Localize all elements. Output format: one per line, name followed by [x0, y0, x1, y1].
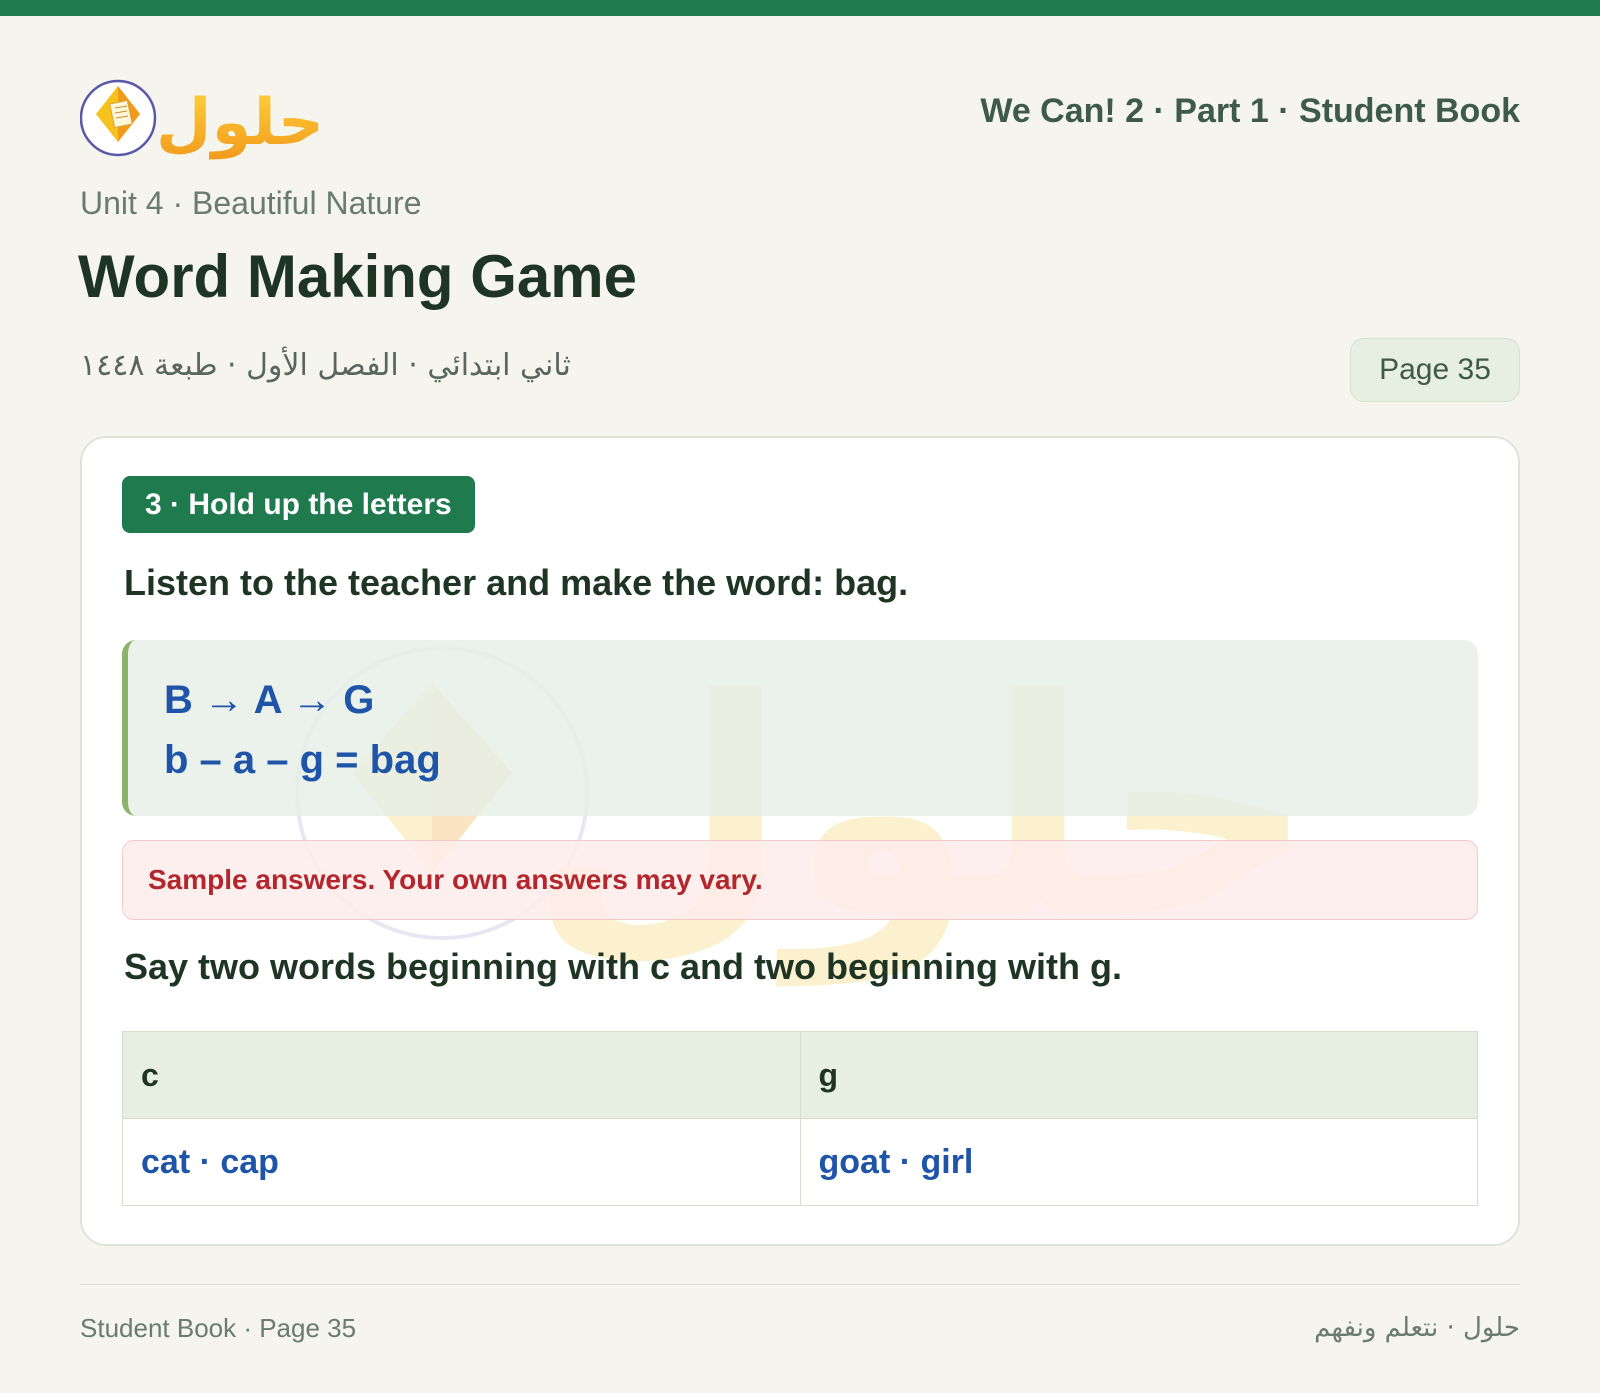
- exercise-instruction-2: Say two words beginning with c and two b…: [124, 946, 1122, 987]
- table-header-c: c: [122, 1031, 801, 1119]
- table-cell-g-words: goat · girl: [799, 1118, 1478, 1206]
- footer-divider: [80, 1284, 1520, 1285]
- svg-text:حلول: حلول: [156, 86, 324, 160]
- logo-graphic: حلول: [79, 79, 324, 160]
- page-title: Word Making Game: [78, 243, 637, 310]
- table-header-g: g: [799, 1031, 1478, 1119]
- footer-brand-tagline: حلول · نتعلم ونفهم: [1314, 1313, 1520, 1343]
- table-row: cat · cap goat · girl: [122, 1118, 1478, 1206]
- unit-label: Unit 4 · Beautiful Nature: [80, 185, 422, 221]
- halool-logo[interactable]: حلول: [79, 66, 330, 166]
- top-accent-bar: [0, 0, 1600, 16]
- words-table: c g cat · cap goat · girl: [122, 1031, 1478, 1206]
- page-number-badge: Page 35: [1350, 338, 1520, 402]
- table-cell-c-words: cat · cap: [122, 1118, 801, 1206]
- table-header-row: c g: [122, 1031, 1478, 1119]
- exercise-instruction: Listen to the teacher and make the word:…: [124, 562, 909, 603]
- answer-line-word: b – a – g = bag: [164, 738, 441, 782]
- arabic-grade-info: ثاني ابتدائي · الفصل الأول · طبعة ١٤٤٨: [80, 348, 571, 383]
- footer-page-info: Student Book · Page 35: [80, 1313, 357, 1343]
- book-title: We Can! 2 · Part 1 · Student Book: [980, 92, 1520, 130]
- answer-line-letters: B → A → G: [164, 678, 375, 722]
- exercise-badge: 3 · Hold up the letters: [122, 476, 475, 533]
- sample-answers-note: Sample answers. Your own answers may var…: [122, 840, 1478, 920]
- answer-box: B → A → G b – a – g = bag: [122, 640, 1478, 816]
- exercise-card: حلول 3 · Hold up the letters Listen to t…: [80, 436, 1520, 1246]
